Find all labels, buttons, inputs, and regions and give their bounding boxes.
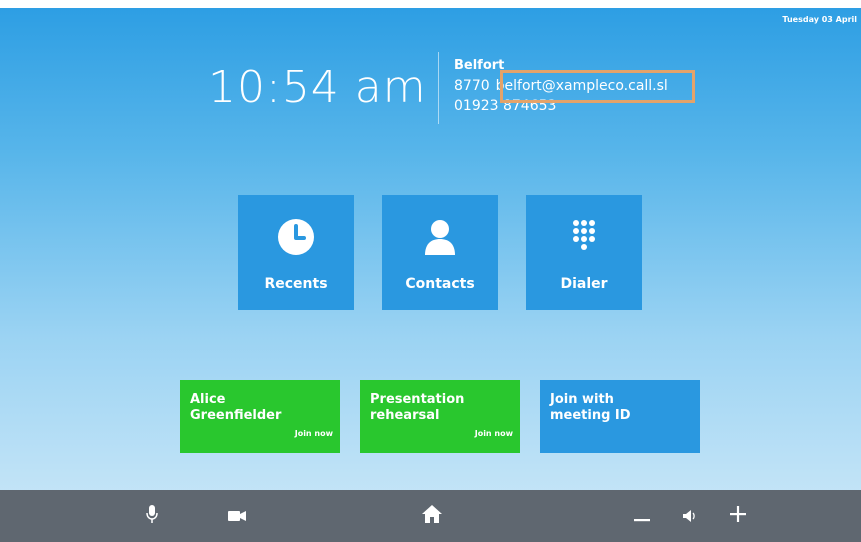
person-icon xyxy=(382,217,498,257)
clock: 10:54 am xyxy=(208,62,427,113)
volume-indicator[interactable] xyxy=(676,490,704,542)
join-now-link[interactable]: Join now xyxy=(475,426,513,442)
join-label-line2: meeting ID xyxy=(550,408,631,423)
extension-number: 8770 xyxy=(454,78,490,94)
contacts-label: Contacts xyxy=(405,276,475,292)
meeting-title-line1: Presentation xyxy=(370,392,465,407)
meeting-card-alice[interactable]: Alice Greenfielder Join now xyxy=(180,380,340,453)
keypad-icon xyxy=(526,217,642,257)
recents-button[interactable]: Recents xyxy=(238,195,354,310)
camera-icon xyxy=(228,507,246,526)
recents-label: Recents xyxy=(264,276,328,292)
speaker-icon xyxy=(683,507,697,526)
bottom-toolbar xyxy=(0,490,861,542)
divider xyxy=(438,52,439,124)
volume-up-icon xyxy=(730,506,746,526)
meeting-title-line1: Alice xyxy=(190,392,226,407)
camera-button[interactable] xyxy=(224,490,250,542)
address-highlight xyxy=(500,70,695,103)
clock-icon xyxy=(238,217,354,257)
join-now-link[interactable]: Join now xyxy=(295,426,333,442)
volume-down-icon xyxy=(634,507,650,526)
volume-up-button[interactable] xyxy=(724,490,752,542)
home-screen: Tuesday 03 April 10:54 am Belfort 8770 be… xyxy=(0,0,861,542)
meeting-title-line2: rehearsal xyxy=(370,408,440,423)
home-button[interactable] xyxy=(418,490,446,542)
date-label: Tuesday 03 April xyxy=(782,15,857,24)
join-meeting-id-button[interactable]: Join with meeting ID xyxy=(540,380,700,453)
contacts-button[interactable]: Contacts xyxy=(382,195,498,310)
meeting-card-presentation[interactable]: Presentation rehearsal Join now xyxy=(360,380,520,453)
dialer-label: Dialer xyxy=(560,276,608,292)
home-icon xyxy=(422,505,442,527)
volume-down-button[interactable] xyxy=(628,490,656,542)
microphone-icon xyxy=(146,504,158,528)
dialer-button[interactable]: Dialer xyxy=(526,195,642,310)
join-label-line1: Join with xyxy=(550,392,614,407)
microphone-button[interactable] xyxy=(140,490,164,542)
meeting-title-line2: Greenfielder xyxy=(190,408,282,423)
